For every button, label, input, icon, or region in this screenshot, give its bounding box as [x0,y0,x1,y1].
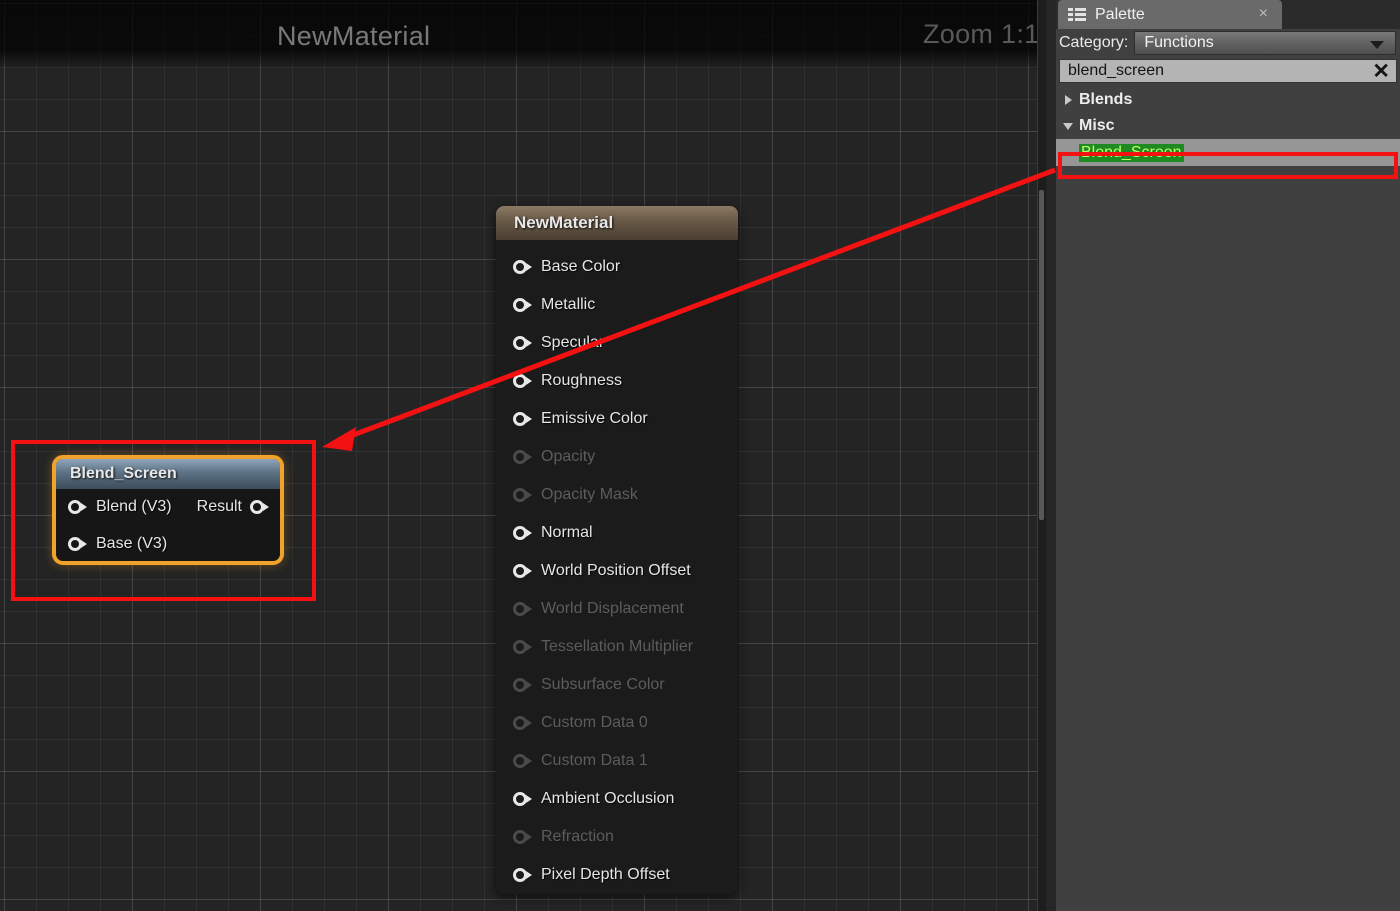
material-result-node-title: NewMaterial [514,213,614,232]
input-pin-icon[interactable] [513,526,533,540]
tree-item-blend-screen-label: Blend_Screen [1079,143,1184,162]
blend-screen-node-header[interactable]: Blend_Screen [56,459,280,489]
material-input-pin-label: Emissive Color [541,410,648,427]
chevron-down-icon [1370,41,1384,49]
material-input-pin-label: Tessellation Multiplier [541,638,694,655]
material-input-pin-label: Ambient Occlusion [541,790,675,807]
palette-body: Category: Functions blend_screen ✕ Blend… [1056,29,1400,166]
zoom-level-indicator: Zoom 1:1 [923,19,1040,49]
material-input-pin-row[interactable]: Pixel Depth Offset [496,856,738,894]
search-input[interactable]: blend_screen ✕ [1059,59,1397,83]
input-pin-icon[interactable] [513,412,533,426]
input-pin-icon [513,678,533,692]
material-input-pin-label: Pixel Depth Offset [541,866,670,883]
base-input-pin-row[interactable]: Base (V3) [68,535,167,553]
material-input-pin-row: Opacity [496,438,738,476]
input-pin-icon[interactable] [513,564,533,578]
material-input-pin-label: Subsurface Color [541,676,665,693]
palette-tab-strip: Palette × [1056,0,1400,29]
material-pin-list: Base Color Metallic Specular Roughness Emiss… [496,240,738,904]
chevron-right-icon[interactable] [1062,87,1078,113]
material-input-pin-row[interactable]: Specular [496,324,738,362]
category-row: Category: Functions [1056,29,1400,55]
material-input-pin-row[interactable]: Normal [496,514,738,552]
material-result-node-header[interactable]: NewMaterial [496,206,738,240]
material-input-pin-label: Metallic [541,296,596,313]
material-input-pin-label: Roughness [541,372,622,389]
tree-item-blend-screen[interactable]: Blend_Screen [1056,139,1400,166]
category-dropdown[interactable]: Functions [1134,31,1396,55]
palette-list-icon [1068,7,1086,22]
input-pin-icon[interactable] [513,260,533,274]
material-input-pin-row[interactable]: Base Color [496,248,738,286]
category-selected-value: Functions [1144,34,1214,51]
input-pin-icon [513,488,533,502]
input-pin-icon[interactable] [513,374,533,388]
material-input-pin-row[interactable]: Roughness [496,362,738,400]
category-label: Category: [1059,34,1129,51]
input-pin-icon[interactable] [513,336,533,350]
material-input-pin-row[interactable]: World Position Offset [496,552,738,590]
input-pin-icon [513,640,533,654]
tree-group-misc-label: Misc [1079,117,1115,134]
graph-title-watermark: NewMaterial [277,21,431,51]
material-input-pin-row: Custom Data 1 [496,742,738,780]
input-pin-icon[interactable] [513,868,533,882]
blend-screen-node-title: Blend_Screen [70,465,177,482]
material-input-pin-row: Custom Data 0 [496,704,738,742]
blend-input-pin-row[interactable]: Blend (V3) [68,498,172,516]
input-pin-icon[interactable] [513,298,533,312]
input-pin-icon [513,716,533,730]
result-output-pin-row[interactable]: Result [197,498,270,516]
material-input-pin-label: World Position Offset [541,562,691,579]
material-input-pin-label: Custom Data 0 [541,714,648,731]
material-input-pin-label: Opacity [541,448,596,465]
material-input-pin-row[interactable]: Emissive Color [496,400,738,438]
input-pin-icon [513,830,533,844]
material-input-pin-label: World Displacement [541,600,684,617]
input-pin-icon[interactable] [68,500,88,514]
material-graph-canvas[interactable]: NewMaterial Zoom 1:1 NewMaterial Base Co… [0,0,1046,911]
material-input-pin-row[interactable]: Metallic [496,286,738,324]
tree-group-misc[interactable]: Misc [1056,113,1400,139]
blend-input-pin-label: Blend (V3) [96,498,172,515]
material-input-pin-label: Specular [541,334,605,351]
input-pin-icon [513,754,533,768]
input-pin-icon [513,602,533,616]
palette-panel: Palette × Category: Functions blend_scre… [1056,0,1400,911]
tab-palette[interactable]: Palette × [1058,0,1282,29]
tree-group-blends-label: Blends [1079,91,1133,108]
input-pin-icon[interactable] [513,792,533,806]
output-pin-icon[interactable] [250,500,270,514]
material-input-pin-row: Subsurface Color [496,666,738,704]
chevron-down-icon[interactable] [1062,113,1078,139]
material-input-pin-label: Refraction [541,828,614,845]
material-input-pin-row: World Displacement [496,590,738,628]
clear-search-icon[interactable]: ✕ [1372,60,1390,83]
blend-screen-node-body: Blend (V3) Base (V3) Result [56,489,280,561]
material-input-pin-row[interactable]: Ambient Occlusion [496,780,738,818]
palette-tree: Blends Misc Blend_Screen [1056,87,1400,166]
material-input-pin-label: Base Color [541,258,621,275]
material-input-pin-row: Opacity Mask [496,476,738,514]
material-input-pin-label: Opacity Mask [541,486,638,503]
base-input-pin-label: Base (V3) [96,535,168,552]
material-input-pin-label: Custom Data 1 [541,752,648,769]
canvas-top-vignette [0,0,1046,70]
input-pin-icon [513,450,533,464]
material-editor-window: NewMaterial Zoom 1:1 NewMaterial Base Co… [0,0,1400,911]
input-pin-icon[interactable] [68,537,88,551]
close-icon[interactable]: × [1259,6,1268,22]
blend-screen-node[interactable]: Blend_Screen Blend (V3) Base (V3) Result [52,455,284,565]
search-input-value: blend_screen [1068,62,1165,79]
material-input-pin-row: Tessellation Multiplier [496,628,738,666]
palette-tab-label: Palette [1095,5,1145,23]
material-result-node[interactable]: NewMaterial Base Color Metallic Specular Ro… [496,206,738,894]
material-input-pin-label: Normal [541,524,593,541]
canvas-vertical-scrollbar-thumb[interactable] [1039,190,1044,520]
result-output-pin-label: Result [196,498,242,515]
material-input-pin-row: Refraction [496,818,738,856]
tree-group-blends[interactable]: Blends [1056,87,1400,113]
